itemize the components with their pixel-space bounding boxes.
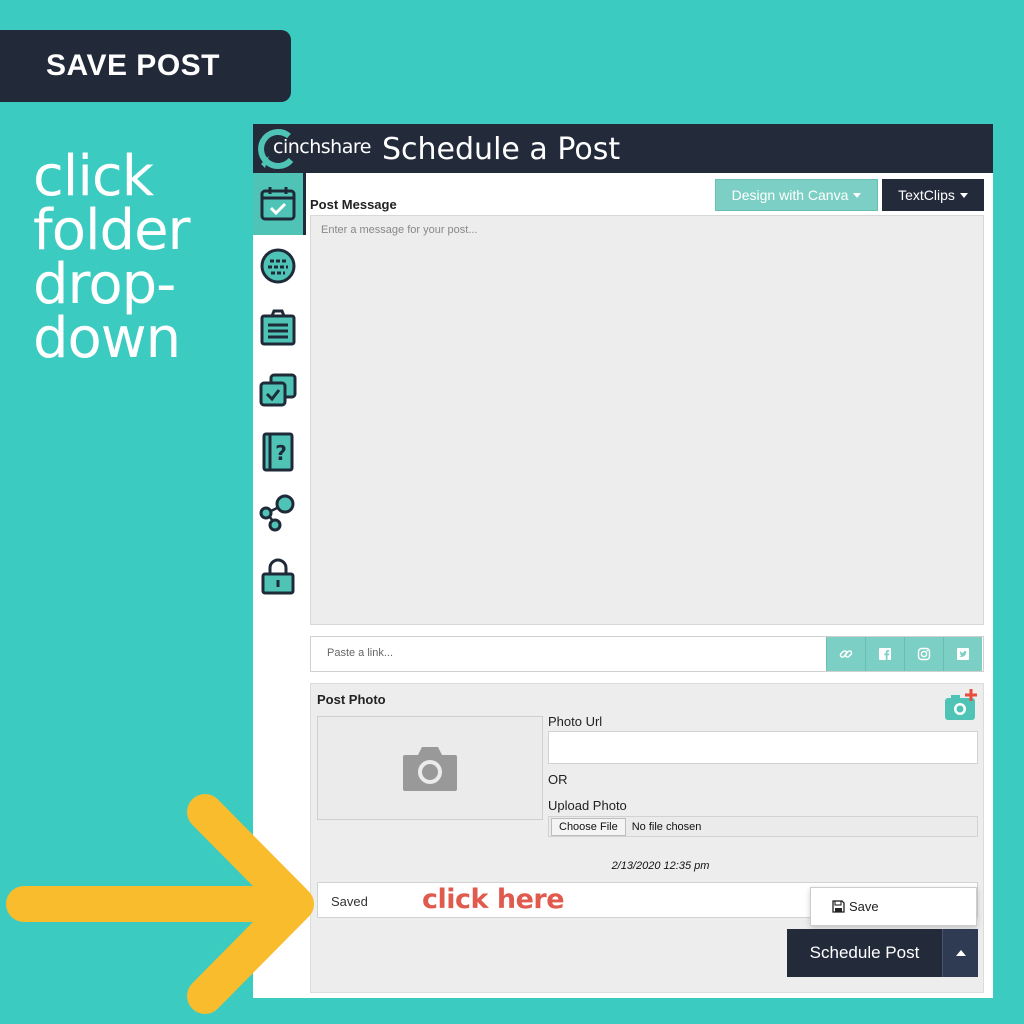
- choose-file-button[interactable]: Choose File: [551, 817, 626, 836]
- link-bar: Paste a link...: [310, 636, 984, 672]
- sidebar-item-lock[interactable]: [253, 545, 303, 607]
- instruction-line: drop-: [33, 252, 176, 317]
- message-placeholder: Enter a message for your post...: [321, 224, 478, 236]
- caret-down-icon: [959, 192, 968, 198]
- instruction-line: click: [33, 144, 154, 209]
- lock-icon: [261, 558, 295, 595]
- chat-bubble-icon: [260, 248, 296, 284]
- twitter-button[interactable]: [943, 637, 982, 671]
- post-photo-label: Post Photo: [317, 692, 386, 707]
- sidebar-item-calendar[interactable]: [253, 173, 306, 235]
- upload-photo-label: Upload Photo: [548, 798, 627, 813]
- add-photo-icon[interactable]: [943, 688, 979, 722]
- pointer-arrow-icon: [6, 794, 314, 1014]
- floppy-disk-icon: [832, 900, 845, 913]
- cinchshare-logo[interactable]: cinchshare: [255, 126, 377, 172]
- link-button[interactable]: [826, 637, 865, 671]
- save-post-badge: SAVE POST: [0, 30, 291, 102]
- instagram-icon: [917, 647, 931, 661]
- facebook-button[interactable]: [865, 637, 904, 671]
- stacked-check-icon: [259, 373, 297, 407]
- instruction-line: folder: [33, 198, 191, 263]
- badge-label: SAVE POST: [46, 49, 220, 82]
- or-label: OR: [548, 772, 568, 787]
- camera-icon: [403, 747, 457, 791]
- sidebar-item-share[interactable]: [253, 483, 303, 545]
- canva-button-label: Design with Canva: [731, 187, 849, 203]
- facebook-icon: [879, 648, 891, 660]
- schedule-post-form: Post Message Design with Canva TextClips…: [306, 173, 993, 998]
- post-message-textarea[interactable]: Enter a message for your post...: [310, 215, 984, 625]
- instruction-text: click folder drop- down: [33, 144, 248, 371]
- link-placeholder: Paste a link...: [327, 647, 394, 659]
- design-with-canva-button[interactable]: Design with Canva: [715, 179, 878, 211]
- photo-url-input[interactable]: [548, 731, 978, 764]
- schedule-post-button[interactable]: Schedule Post: [787, 929, 942, 977]
- page-title: Schedule a Post: [382, 132, 621, 167]
- post-message-label: Post Message: [310, 197, 397, 212]
- caret-down-icon: [853, 192, 862, 198]
- schedule-timestamp[interactable]: 2/13/2020 12:35 pm: [311, 860, 985, 872]
- sidebar-item-messages[interactable]: [253, 235, 303, 297]
- link-icon: [839, 650, 853, 658]
- help-book-icon: ?: [262, 432, 294, 472]
- photo-url-label: Photo Url: [548, 714, 603, 729]
- share-nodes-icon: [259, 494, 295, 532]
- post-photo-panel: Post Photo Photo Url OR Upload Photo Cho…: [310, 683, 984, 993]
- photo-preview[interactable]: [317, 716, 543, 820]
- logo-text: cinchshare: [273, 136, 371, 158]
- app-window: cinchshare Schedule a Post ? Post Messag…: [253, 124, 993, 998]
- calendar-check-icon: [260, 187, 296, 221]
- click-here-annotation: click here: [422, 884, 565, 915]
- schedule-post-label: Schedule Post: [809, 943, 920, 962]
- no-file-chosen-text: No file chosen: [631, 820, 702, 833]
- paste-link-input[interactable]: Paste a link...: [311, 637, 826, 671]
- file-upload-field: Choose File No file chosen: [548, 816, 978, 837]
- svg-text:?: ?: [275, 441, 287, 465]
- textclips-button-label: TextClips: [898, 187, 955, 203]
- save-dropdown-menu[interactable]: Save: [810, 887, 977, 926]
- instruction-line: down: [33, 306, 181, 371]
- instagram-button[interactable]: [904, 637, 943, 671]
- textclips-button[interactable]: TextClips: [882, 179, 984, 211]
- schedule-dropdown-toggle[interactable]: [942, 929, 978, 977]
- sidebar-item-help[interactable]: ?: [253, 421, 303, 483]
- twitter-icon: [957, 648, 969, 660]
- sidebar-item-tasks[interactable]: [253, 359, 303, 421]
- save-option-label: Save: [849, 899, 879, 914]
- clipboard-icon: [260, 309, 296, 346]
- sidebar-item-clipboard[interactable]: [253, 297, 303, 359]
- caret-up-icon: [955, 950, 966, 956]
- status-text: Saved: [331, 894, 368, 909]
- app-header: cinchshare Schedule a Post: [253, 124, 993, 173]
